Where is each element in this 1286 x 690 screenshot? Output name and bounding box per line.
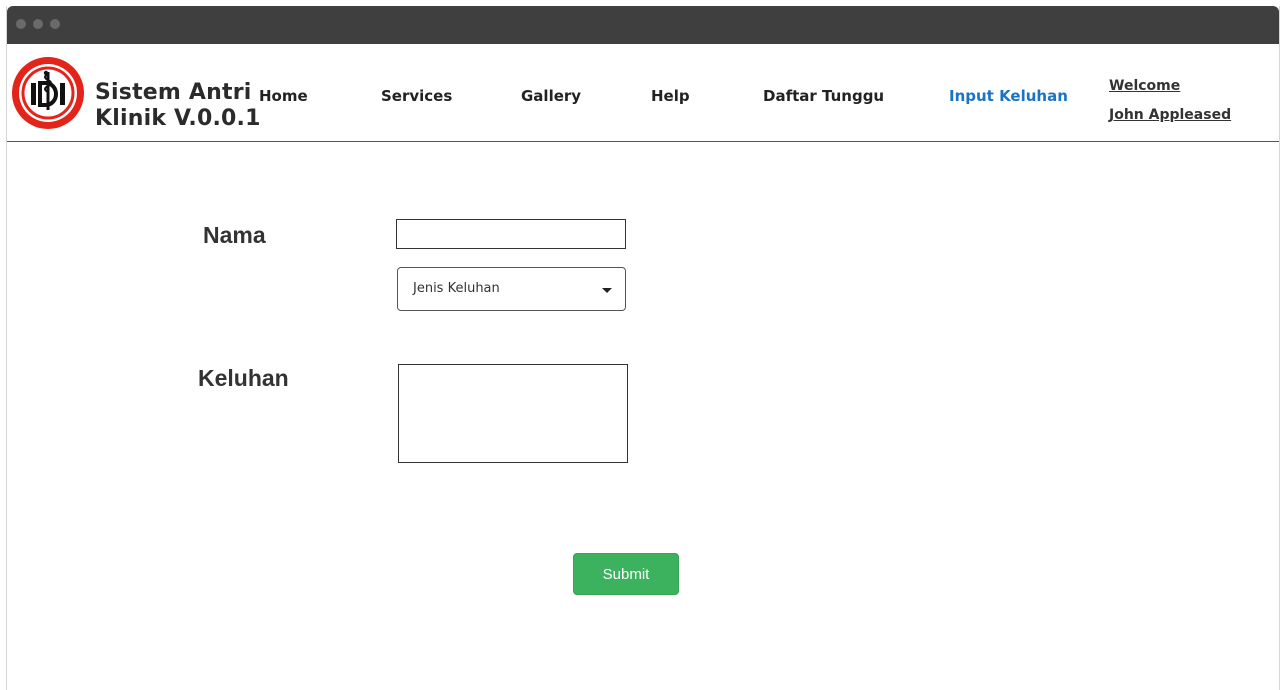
caret-down-icon [602,288,612,293]
nav-help[interactable]: Help [651,87,690,105]
nav-gallery[interactable]: Gallery [521,87,581,105]
nama-label: Nama [203,222,266,248]
window-maximize-dot[interactable] [50,19,60,29]
window-titlebar [7,6,1279,44]
user-welcome: Welcome John Appleased [1109,72,1231,130]
keluhan-label: Keluhan [198,365,289,391]
nav-input-keluhan[interactable]: Input Keluhan [949,87,1068,105]
jenis-keluhan-select[interactable]: Jenis Keluhan [397,267,626,311]
jenis-keluhan-selected: Jenis Keluhan [413,281,500,296]
user-name-link[interactable]: John Appleased [1109,101,1231,130]
nama-input[interactable] [396,219,626,249]
keluhan-textarea[interactable] [398,364,628,463]
submit-button[interactable]: Submit [573,553,679,595]
welcome-link[interactable]: Welcome [1109,72,1231,101]
brand-line-2: Klinik V.0.0.1 [95,106,261,131]
window-minimize-dot[interactable] [33,19,43,29]
browser-window: Sistem Antri Klinik V.0.0.1 Home Service… [6,6,1280,690]
idi-medical-logo-icon [11,56,85,130]
nav-home[interactable]: Home [259,87,308,105]
brand-line-1: Sistem Antri [95,80,252,105]
app-brand-title: Sistem Antri Klinik V.0.0.1 [95,80,261,132]
nav-services[interactable]: Services [381,87,452,105]
nav-daftar-tunggu[interactable]: Daftar Tunggu [763,87,884,105]
window-close-dot[interactable] [16,19,26,29]
site-header: Sistem Antri Klinik V.0.0.1 Home Service… [7,44,1279,142]
